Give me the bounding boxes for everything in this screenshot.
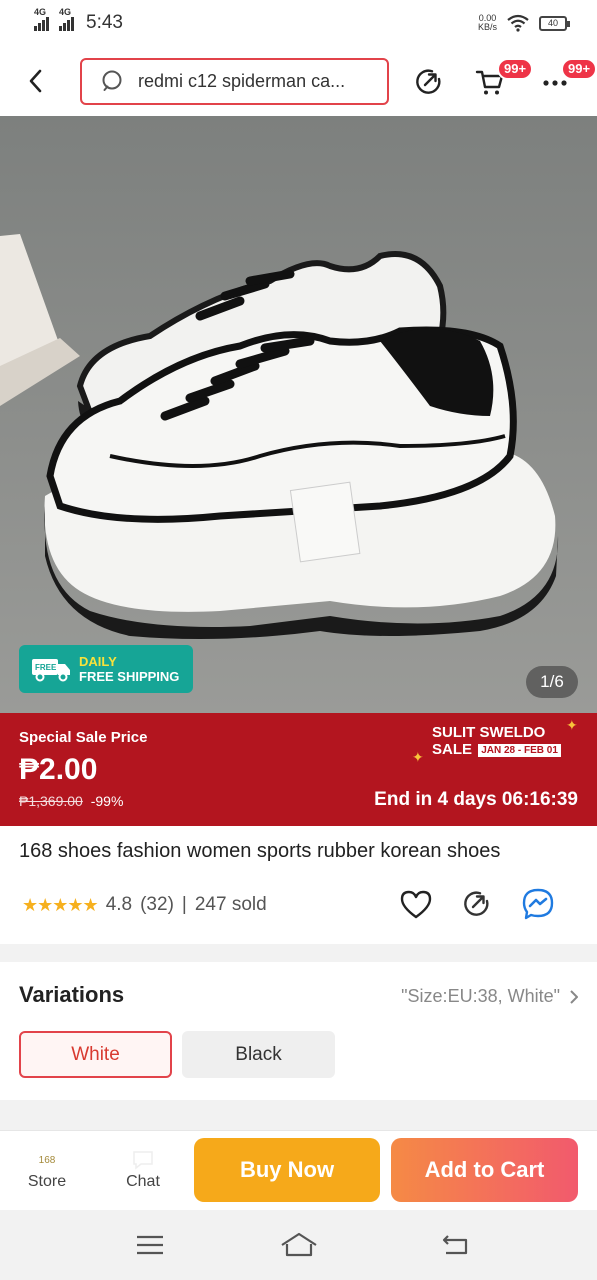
status-left: 4G 4G 5:43 [34, 7, 123, 34]
variation-selector[interactable]: "Size:EU:38, White" [401, 986, 578, 1007]
variations-section: Variations "Size:EU:38, White" White Bla… [0, 962, 597, 1100]
original-price-row: ₱1,369.00 -99% [19, 793, 123, 809]
status-right: 0.00 KB/s 40 [478, 14, 570, 32]
network-speed: 0.00 KB/s [478, 14, 497, 32]
rating-value: 4.8 [105, 894, 133, 915]
sale-label: Special Sale Price [19, 729, 148, 746]
search-header: redmi c12 spiderman ca... 99+ 99+ [0, 46, 597, 116]
sale-banner: Special Sale Price ₱2.00 ₱1,369.00 -99% … [0, 713, 597, 826]
system-nav-bar [0, 1210, 597, 1280]
variation-option-black[interactable]: Black [182, 1031, 335, 1078]
menu-icon [137, 1235, 163, 1255]
original-price: ₱1,369.00 [19, 793, 83, 809]
status-time: 5:43 [86, 12, 123, 33]
separator: | [181, 894, 187, 915]
search-icon [102, 70, 122, 91]
truck-icon: FREE [32, 659, 70, 682]
product-title: 168 shoes fashion women sports rubber ko… [19, 840, 501, 862]
back-nav-icon [442, 1235, 468, 1255]
store-tab[interactable]: 168 Store [17, 1147, 77, 1191]
menu-nav-button[interactable] [130, 1228, 170, 1262]
home-nav-button[interactable] [279, 1228, 319, 1262]
network-type: 4G [59, 7, 72, 17]
signal-icon: 4G [59, 7, 74, 31]
store-label: Store [27, 1173, 67, 1190]
more-badge: 99+ [561, 58, 597, 80]
product-image-gallery[interactable]: FREE DAILY FREE SHIPPING 1/6 [0, 116, 597, 713]
store-logo: 168 [38, 1154, 56, 1166]
variation-option-white[interactable]: White [19, 1031, 172, 1078]
bottom-action-bar: 168 Store Chat Buy Now Add to Cart [0, 1130, 597, 1210]
search-query: redmi c12 spiderman ca... [138, 71, 346, 91]
share-icon [464, 891, 489, 916]
discount-percent: -99% [90, 793, 124, 809]
sparkle-icon: ✦ [412, 749, 424, 765]
chevron-right-icon [570, 989, 578, 1004]
rating-stars: ★★★★★ [22, 894, 99, 915]
sale-countdown: End in 4 days 06:16:39 [374, 789, 578, 810]
network-type: 4G [34, 7, 47, 17]
chat-tab[interactable]: Chat [113, 1147, 173, 1191]
chevron-left-icon [29, 69, 42, 93]
free-shipping-line1: DAILY [79, 654, 117, 669]
campaign-line1: SULIT SWELDO [432, 724, 546, 741]
sold-count: 247 sold [194, 894, 267, 915]
free-label: FREE [35, 663, 57, 672]
campaign-dates: JAN 28 - FEB 01 [478, 743, 561, 757]
free-shipping-text: DAILY FREE SHIPPING [79, 654, 179, 684]
network-speed-unit: KB/s [477, 22, 497, 32]
review-count: (32) [140, 894, 174, 915]
product-photo [0, 116, 597, 713]
rating-row[interactable]: ★★★★★ 4.8 (32) | 247 sold [22, 894, 267, 916]
image-page-indicator: 1/6 [526, 666, 578, 698]
selected-variation: "Size:EU:38, White" [401, 986, 560, 1006]
add-to-cart-button[interactable]: Add to Cart [391, 1138, 578, 1202]
product-info: 168 shoes fashion women sports rubber ko… [0, 826, 597, 944]
free-shipping-badge: FREE DAILY FREE SHIPPING [19, 645, 193, 693]
campaign-logo: SULIT SWELDO SALE JAN 28 - FEB 01 [432, 724, 561, 758]
share-button[interactable] [409, 62, 449, 102]
chat-icon [113, 1147, 173, 1173]
back-nav-button[interactable] [435, 1228, 475, 1262]
heart-icon [400, 890, 432, 919]
wifi-icon [507, 14, 529, 32]
sale-price: ₱2.00 [19, 753, 98, 786]
back-button[interactable] [0, 46, 70, 116]
search-input[interactable]: redmi c12 spiderman ca... [80, 58, 389, 105]
home-icon [281, 1232, 317, 1257]
sparkle-icon: ✦ [566, 717, 578, 733]
free-shipping-line2: FREE SHIPPING [79, 669, 180, 684]
favorite-button[interactable] [396, 884, 436, 924]
campaign-line2: SALE [432, 741, 473, 758]
chat-label: Chat [126, 1173, 160, 1190]
buy-now-button[interactable]: Buy Now [194, 1138, 380, 1202]
signal-icon: 4G [34, 7, 49, 31]
share-product-button[interactable] [457, 884, 497, 924]
cart-badge: 99+ [497, 58, 534, 80]
variations-title: Variations [19, 982, 125, 1007]
messenger-icon [522, 888, 554, 920]
status-bar: 4G 4G 5:43 0.00 KB/s 40 [0, 0, 597, 46]
share-icon [416, 69, 441, 94]
messenger-share-button[interactable] [518, 884, 558, 924]
battery-icon: 40 [539, 15, 570, 31]
